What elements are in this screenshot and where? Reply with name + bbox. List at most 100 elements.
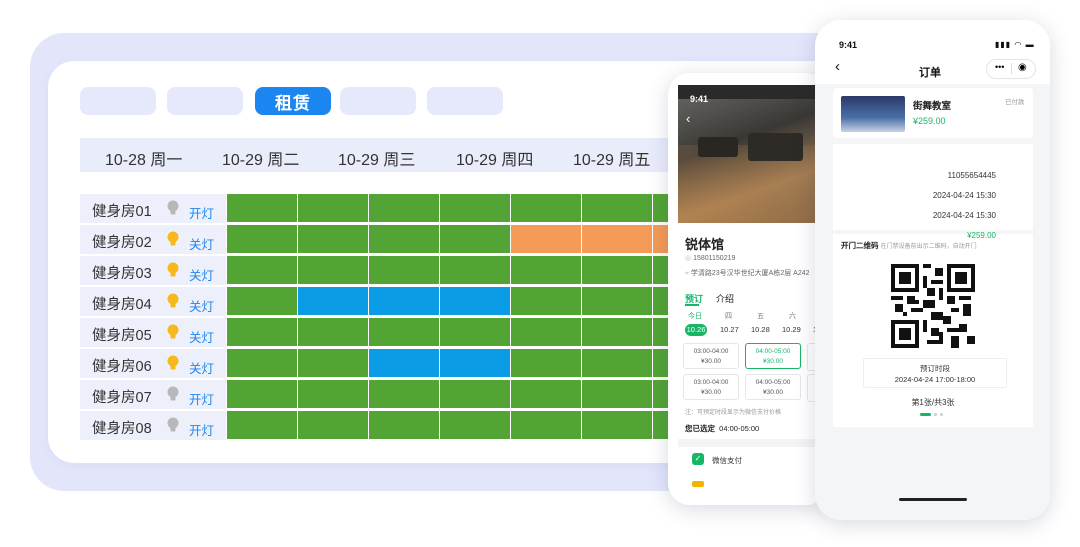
schedule-cell-green[interactable] (227, 349, 297, 377)
schedule-cell-green[interactable] (582, 411, 652, 439)
schedule-cell-green[interactable] (511, 256, 581, 284)
schedule-cell-green[interactable] (440, 256, 510, 284)
schedule-cell-blue[interactable] (298, 287, 368, 315)
tab-2[interactable] (167, 87, 243, 115)
schedule-cell-green[interactable] (440, 411, 510, 439)
schedule-cell-green[interactable] (582, 256, 652, 284)
schedule-cell-green[interactable] (369, 380, 439, 408)
schedule-cell-green[interactable] (298, 380, 368, 408)
schedule-cell-green[interactable] (227, 225, 297, 253)
tab-1[interactable] (80, 87, 156, 115)
schedule-cell-green[interactable] (511, 287, 581, 315)
tab-rental[interactable]: 租赁 (255, 87, 331, 115)
schedule-cell-green[interactable] (227, 380, 297, 408)
tab-intro[interactable]: 介绍 (716, 292, 734, 305)
schedule-cell-green[interactable] (582, 349, 652, 377)
schedule-cell-blue[interactable] (440, 349, 510, 377)
schedule-cell-green[interactable] (511, 349, 581, 377)
schedule-cell-green[interactable] (227, 318, 297, 346)
status-time: 9:41 (690, 94, 709, 104)
date-chip[interactable]: 10.27 (720, 325, 739, 334)
schedule-cell-green[interactable] (582, 380, 652, 408)
schedule-cell-green[interactable] (582, 194, 652, 222)
schedule-cell-green[interactable] (227, 194, 297, 222)
date-column-header: 10-29 周三 (338, 152, 416, 169)
schedule-cell-blue[interactable] (369, 287, 439, 315)
schedule-cell-green[interactable] (511, 411, 581, 439)
light-toggle-button[interactable]: 关灯 (189, 296, 214, 315)
light-toggle-button[interactable]: 开灯 (189, 389, 214, 408)
room-name: 健身房06 (92, 359, 152, 375)
qr-title-row: 开门二维码 在门禁设备前出示二维码，自动开门 (841, 241, 977, 250)
schedule-cell-green[interactable] (582, 287, 652, 315)
light-toggle-button[interactable]: 关灯 (189, 358, 214, 377)
time-slot[interactable]: 03:00-04:00 ¥30.00 (683, 374, 739, 400)
light-toggle-button[interactable]: 关灯 (189, 234, 214, 253)
tab-5[interactable] (427, 87, 503, 115)
schedule-cell-green[interactable] (369, 256, 439, 284)
schedule-cell-blue[interactable] (369, 349, 439, 377)
date-column-header: 10-29 周二 (222, 152, 300, 169)
schedule-cell-green[interactable] (653, 194, 668, 222)
light-toggle-button[interactable]: 关灯 (189, 327, 214, 346)
schedule-cell-green[interactable] (440, 194, 510, 222)
schedule-cell-orange[interactable] (511, 225, 581, 253)
page-dot[interactable] (934, 413, 937, 416)
schedule-cell-green[interactable] (653, 411, 668, 439)
capsule-menu[interactable]: ••• ◉ (986, 59, 1036, 79)
phone-icon: ◎ (685, 255, 694, 262)
schedule-cell-green[interactable] (369, 225, 439, 253)
schedule-cell-green[interactable] (227, 256, 297, 284)
schedule-cell-green[interactable] (369, 411, 439, 439)
bulb-icon (166, 293, 180, 309)
page-indicator-text: 第1张/共3张 (911, 398, 955, 407)
weekday: 五 (757, 313, 764, 320)
schedule-cell-green[interactable] (440, 225, 510, 253)
schedule-cell-green[interactable] (440, 380, 510, 408)
schedule-cell-green[interactable] (653, 256, 668, 284)
tab-4[interactable] (340, 87, 416, 115)
bulb-icon (166, 324, 180, 340)
back-icon[interactable]: ‹ (686, 111, 690, 126)
schedule-cell-orange[interactable] (653, 225, 668, 253)
status-icons: ▮▮▮ ◠ ▬ (995, 40, 1035, 49)
schedule-cell-green[interactable] (440, 318, 510, 346)
weekday-today: 今日 (688, 313, 702, 320)
schedule-cell-green[interactable] (653, 318, 668, 346)
schedule-cell-green[interactable] (298, 411, 368, 439)
schedule-cell-green[interactable] (298, 256, 368, 284)
schedule-cell-green[interactable] (298, 318, 368, 346)
schedule-cell-green[interactable] (369, 318, 439, 346)
date-chip[interactable]: 10.28 (751, 325, 770, 334)
back-icon[interactable]: ‹ (835, 58, 840, 75)
light-toggle-button[interactable]: 关灯 (189, 265, 214, 284)
schedule-cell-green[interactable] (653, 380, 668, 408)
room-name: 健身房02 (92, 235, 152, 251)
time-slot[interactable]: 03:00-04:00 ¥30.00 (683, 343, 739, 369)
schedule-cell-green[interactable] (511, 194, 581, 222)
time-slot-selected[interactable]: 04:00-05:00 ¥30.00 (745, 343, 801, 369)
schedule-cell-green[interactable] (582, 318, 652, 346)
light-toggle-button[interactable]: 开灯 (189, 203, 214, 222)
schedule-cell-green[interactable] (511, 380, 581, 408)
schedule-cell-green[interactable] (298, 225, 368, 253)
time-slot[interactable]: 04:00-05:00 ¥30.00 (745, 374, 801, 400)
date-chip-selected[interactable]: 10.26 (685, 324, 707, 336)
schedule-cell-green[interactable] (511, 318, 581, 346)
schedule-cell-green[interactable] (653, 287, 668, 315)
schedule-cell-green[interactable] (298, 194, 368, 222)
schedule-cell-green[interactable] (653, 349, 668, 377)
schedule-cell-green[interactable] (227, 411, 297, 439)
schedule-cell-green[interactable] (227, 287, 297, 315)
schedule-cell-blue[interactable] (440, 287, 510, 315)
date-chip[interactable]: 10.29 (782, 325, 801, 334)
schedule-cell-green[interactable] (369, 194, 439, 222)
wechat-pay-label[interactable]: 微信支付 (712, 455, 742, 466)
date-column-header: 10-29 周四 (456, 152, 534, 169)
schedule-cell-green[interactable] (298, 349, 368, 377)
light-toggle-button[interactable]: 开灯 (189, 420, 214, 439)
page-dot[interactable] (940, 413, 943, 416)
bulb-icon (166, 355, 180, 371)
schedule-cell-orange[interactable] (582, 225, 652, 253)
page-dot-active[interactable] (920, 413, 931, 416)
